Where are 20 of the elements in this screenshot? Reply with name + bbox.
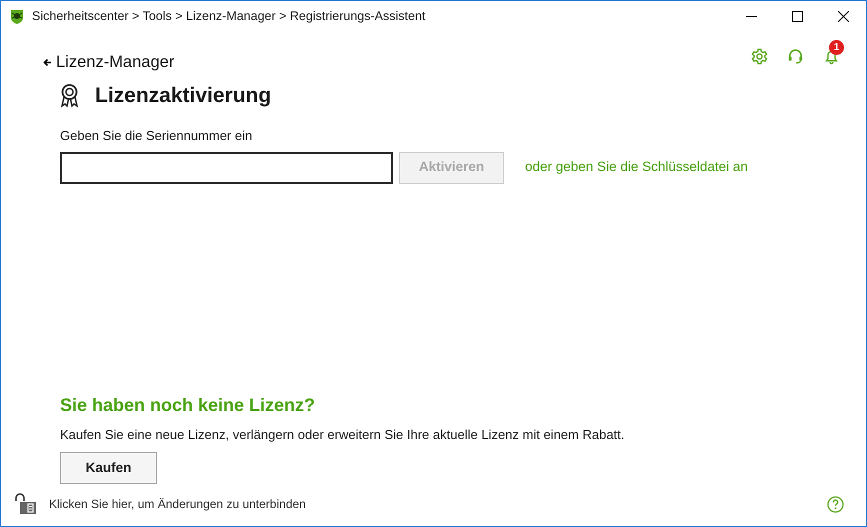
back-link[interactable]: Lizenz-Manager <box>43 50 174 75</box>
window-title: Sicherheitscenter > Tools > Lizenz-Manager > Registrierungs-Assistent <box>32 8 426 26</box>
serial-label: Geben Sie die Seriennummer ein <box>60 127 254 145</box>
headset-icon[interactable] <box>787 48 804 65</box>
back-arrow-icon <box>43 58 52 67</box>
no-license-text: Kaufen Sie eine neue Lizenz, verlängern oder erweitern Sie Ihre aktuelle Lizenz mit einem Rabatt. <box>60 426 626 444</box>
settings-icon[interactable] <box>751 48 768 65</box>
unlocked-padlock-icon[interactable] <box>14 493 39 515</box>
buy-button[interactable]: Kaufen <box>60 452 157 484</box>
help-icon[interactable] <box>827 496 844 512</box>
no-license-heading: Sie haben noch keine Lizenz? <box>60 394 316 416</box>
app-logo-icon <box>9 8 25 24</box>
maximize-icon <box>792 11 802 22</box>
page-heading: Lizenzaktivierung <box>95 83 272 110</box>
award-icon <box>60 84 79 108</box>
lock-hint-link[interactable]: Klicken Sie hier, um Änderungen zu unterbinden <box>49 495 306 513</box>
notification-badge: 1 <box>829 40 844 55</box>
minimize-icon <box>746 16 756 17</box>
serial-number-field[interactable] <box>60 152 393 184</box>
close-icon <box>838 11 848 22</box>
